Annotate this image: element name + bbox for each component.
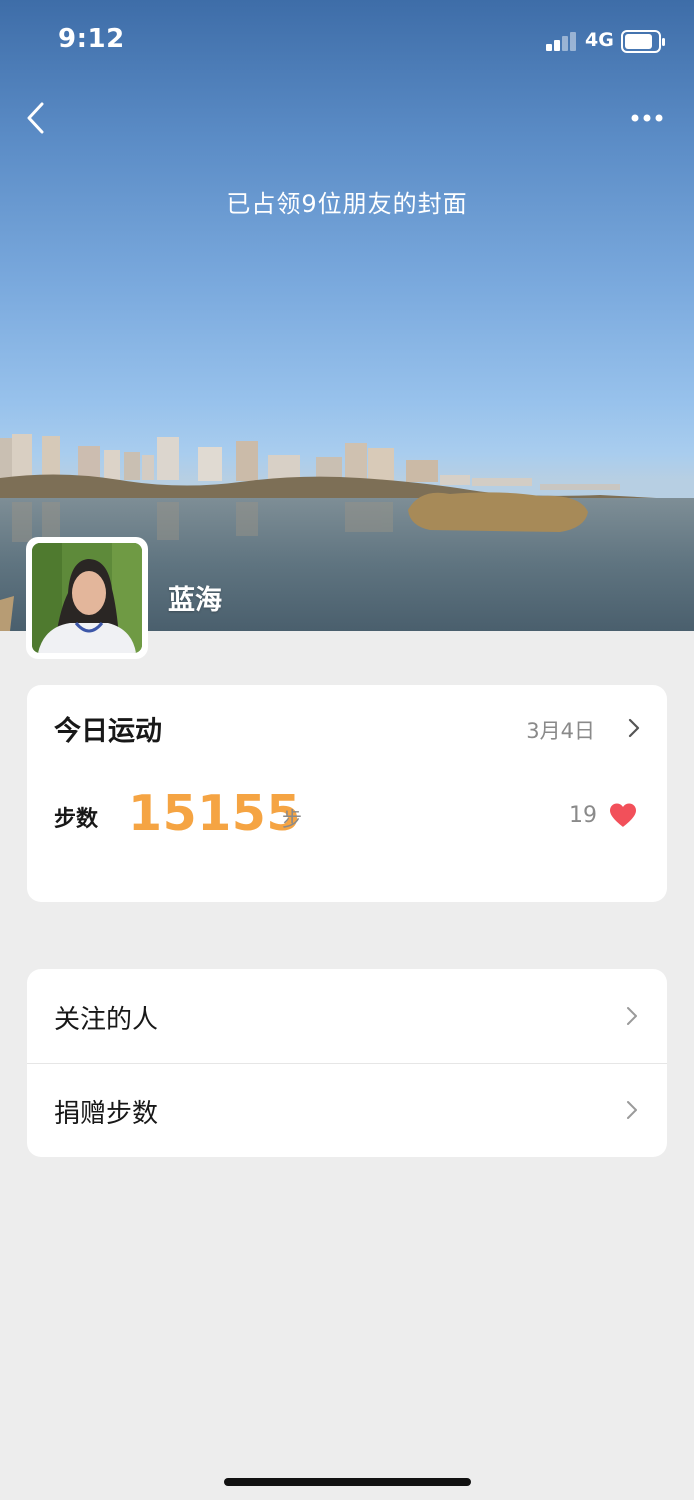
chevron-right-icon[interactable] bbox=[627, 717, 641, 739]
network-type: 4G bbox=[585, 29, 614, 51]
heart-icon[interactable] bbox=[608, 802, 638, 828]
home-indicator[interactable] bbox=[224, 1478, 471, 1486]
chevron-right-icon bbox=[627, 1101, 637, 1119]
more-dots-icon[interactable] bbox=[626, 104, 670, 132]
steps-unit: 步 bbox=[282, 807, 302, 831]
status-bar: 9:12 4G bbox=[0, 0, 694, 84]
chevron-left-icon[interactable] bbox=[22, 98, 54, 138]
menu-card: 关注的人 捐赠步数 bbox=[27, 969, 667, 1157]
username[interactable]: 蓝海 bbox=[168, 578, 222, 617]
likes-count: 19 bbox=[569, 803, 597, 828]
today-exercise-card[interactable]: 今日运动 3月4日 步数 15155 步 19 bbox=[27, 685, 667, 902]
today-exercise-title: 今日运动 bbox=[54, 716, 162, 747]
today-date: 3月4日 bbox=[526, 719, 595, 743]
cover-title[interactable]: 已占领9位朋友的封面 bbox=[0, 184, 694, 219]
status-time: 9:12 bbox=[58, 24, 125, 54]
chevron-right-icon bbox=[627, 1007, 637, 1025]
steps-label: 步数 bbox=[54, 807, 99, 832]
menu-item-following[interactable]: 关注的人 bbox=[27, 969, 667, 1063]
menu-item-label: 关注的人 bbox=[54, 1005, 159, 1035]
steps-value: 15155 bbox=[128, 785, 301, 842]
signal-icon bbox=[546, 32, 576, 51]
avatar[interactable] bbox=[26, 537, 148, 659]
battery-icon bbox=[621, 30, 665, 53]
avatar-image bbox=[32, 543, 142, 653]
menu-item-label: 捐赠步数 bbox=[54, 1099, 159, 1129]
menu-item-donate-steps[interactable]: 捐赠步数 bbox=[27, 1063, 667, 1157]
